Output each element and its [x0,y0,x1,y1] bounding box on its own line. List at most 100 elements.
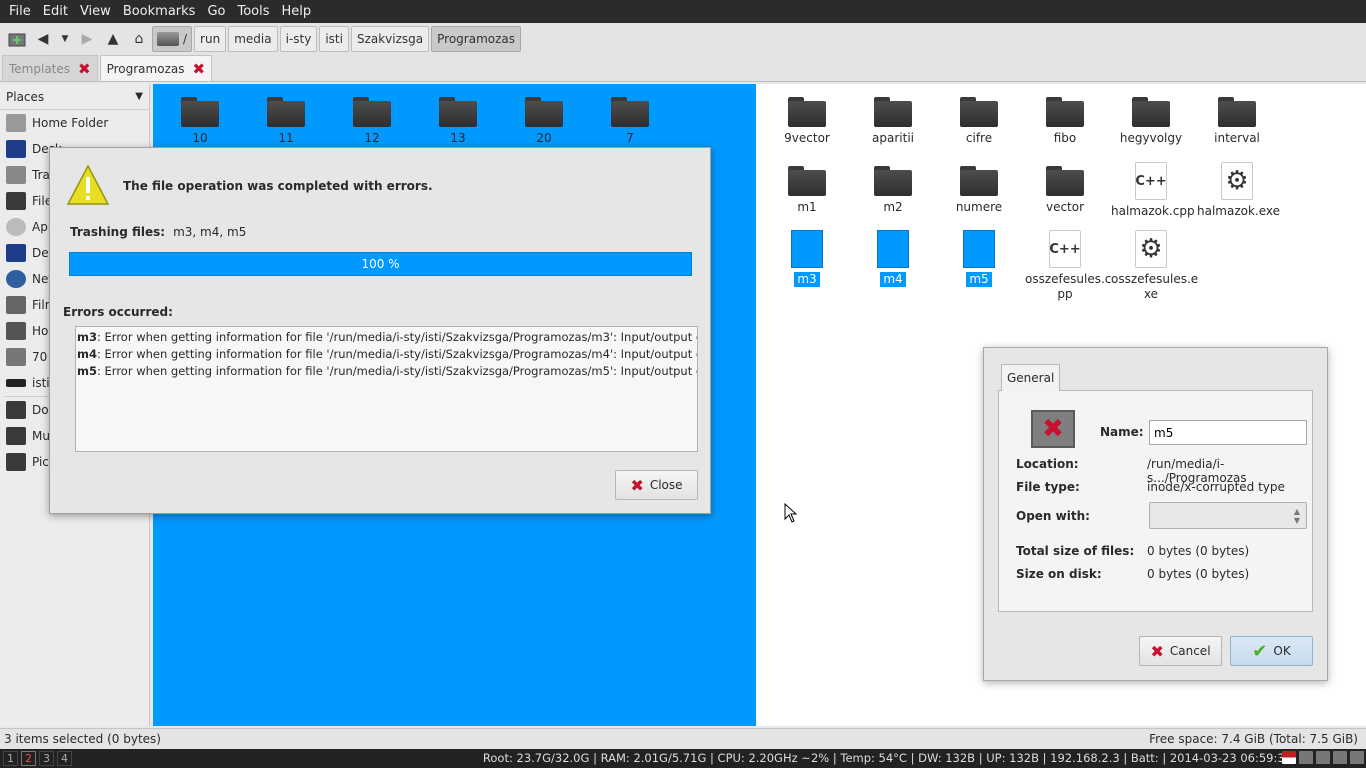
breadcrumb-i-sty[interactable]: i-sty [279,26,318,52]
menu-bookmarks[interactable]: Bookmarks [117,0,202,23]
file-item-selected[interactable]: m5 [939,230,1019,287]
system-monitor: Root: 23.7G/32.0G | RAM: 2.01G/5.71G | C… [482,751,1292,765]
menu-view[interactable]: View [74,0,117,23]
up-icon[interactable]: ▲ [100,26,126,52]
folder-item[interactable]: 20 [504,97,584,146]
file-item[interactable]: ⚙ halmazok.exe [1197,162,1280,219]
file-item[interactable]: C++ osszefesules.c pp [1025,230,1111,302]
folder-item[interactable]: fibo [1025,97,1105,146]
close-icon: ✖ [630,475,644,495]
globe-icon [6,270,26,288]
forward-icon[interactable]: ▶ [74,26,100,52]
tab-templates[interactable]: Templates ✖ [2,55,98,81]
errors-label: Errors occurred: [63,305,173,319]
workspace-3[interactable]: 3 [39,751,54,766]
new-tab-icon[interactable] [4,26,30,52]
file-item[interactable]: ⚙ osszefesules.e xe [1111,230,1198,302]
taskbar: 1 2 3 4 Root: 23.7G/32.0G | RAM: 2.01G/5… [0,749,1366,768]
close-tab-icon[interactable]: ✖ [78,60,91,78]
back-icon[interactable]: ◀ [30,26,56,52]
folder-item[interactable]: hegyvolgy [1111,97,1191,146]
folder-item[interactable]: aparitii [853,97,933,146]
gear-icon: ⚙ [1135,230,1167,268]
menu-go[interactable]: Go [201,0,231,23]
menu-edit[interactable]: Edit [37,0,74,23]
app-tray-icon[interactable] [1350,751,1364,764]
close-button[interactable]: ✖ Close [615,470,698,500]
folder-icon [1046,166,1084,196]
cpp-file-icon: C++ [1049,230,1081,268]
sidebar-item-home[interactable]: Home Folder [0,110,149,136]
home-icon[interactable]: ⌂ [126,26,152,52]
menu-help[interactable]: Help [276,0,318,23]
network-icon[interactable] [1316,751,1330,764]
tab-general[interactable]: General [1001,364,1061,391]
progress-bar: 100 % [69,252,692,276]
breadcrumb-media[interactable]: media [228,26,278,52]
file-item[interactable]: C++ halmazok.cpp [1111,162,1195,219]
send-icon[interactable] [1299,751,1313,764]
folder-icon [874,97,912,127]
file-item-selected[interactable]: m4 [853,230,933,287]
folder-item[interactable]: 9vector [767,97,847,146]
workspace-4[interactable]: 4 [57,751,72,766]
folder-item[interactable]: m2 [853,166,933,215]
menu-tools[interactable]: Tools [231,0,275,23]
cancel-button[interactable]: ✖ Cancel [1139,636,1222,666]
folder-item[interactable]: m1 [767,166,847,215]
folder-item[interactable]: 11 [246,97,326,146]
close-tab-icon[interactable]: ✖ [192,60,205,78]
places-header[interactable]: Places ▼ [0,84,149,110]
folder-icon [1218,97,1256,127]
filetype-label: File type: [1016,480,1080,494]
folder-icon [6,192,26,210]
ok-button[interactable]: ✔ OK [1230,636,1313,666]
folder-icon [1046,97,1084,127]
folder-item[interactable]: interval [1197,97,1277,146]
folder-item[interactable]: numere [939,166,1019,215]
breadcrumb-programozas[interactable]: Programozas [431,26,522,52]
drive-icon [6,348,26,366]
pictures-folder-icon [6,453,26,471]
folder-item[interactable]: 12 [332,97,412,146]
tab-programozas[interactable]: Programozas ✖ [99,55,213,81]
breadcrumb-root[interactable]: / [152,26,193,52]
corrupt-file-icon [877,230,909,268]
folder-item[interactable]: 10 [160,97,240,146]
disksize-value: 0 bytes (0 bytes) [1147,567,1250,581]
broken-file-icon: ✖ [1031,410,1075,448]
folder-icon [267,97,305,127]
general-panel: ✖ Name: Location: /run/media/i-s.../Prog… [998,390,1313,612]
trashing-files-row: Trashing files: m3, m4, m5 [70,225,247,239]
drive-icon [6,322,26,340]
battery-icon[interactable] [1333,751,1347,764]
name-field[interactable] [1149,420,1307,445]
breadcrumb-run[interactable]: run [194,26,227,52]
history-dropdown-icon[interactable]: ▼ [56,26,74,52]
open-with-select[interactable]: ▲ ▼ [1149,502,1307,529]
spinner-arrows-icon: ▲ ▼ [1293,507,1300,525]
errors-textbox[interactable]: m3: Error when getting information for f… [75,326,698,452]
folder-icon [181,97,219,127]
breadcrumb-szakvizsga[interactable]: Szakvizsga [350,26,430,52]
workspace-1[interactable]: 1 [3,751,18,766]
tab-bar: Templates ✖ Programozas ✖ [0,55,1366,82]
folder-item[interactable]: 7 [590,97,670,146]
openwith-label: Open with: [1016,509,1090,523]
folder-item[interactable]: cifre [939,97,1019,146]
breadcrumb-isti[interactable]: isti [319,26,349,52]
chevron-down-icon[interactable]: ▼ [135,91,143,102]
menu-file[interactable]: File [3,0,37,23]
trash-icon [6,166,26,184]
folder-item[interactable]: vector [1025,166,1105,215]
folder-icon [6,427,26,445]
folder-icon [439,97,477,127]
warning-icon [66,164,110,205]
workspace-2[interactable]: 2 [21,751,36,766]
us-flag-icon[interactable] [1282,751,1296,764]
file-item-selected[interactable]: m3 [767,230,847,287]
filetype-value: inode/x-corrupted type [1147,480,1285,494]
free-space-status: Free space: 7.4 GiB (Total: 7.5 GiB) [1149,732,1358,746]
folder-item[interactable]: 13 [418,97,498,146]
error-line: m3: Error when getting information for f… [77,330,698,344]
